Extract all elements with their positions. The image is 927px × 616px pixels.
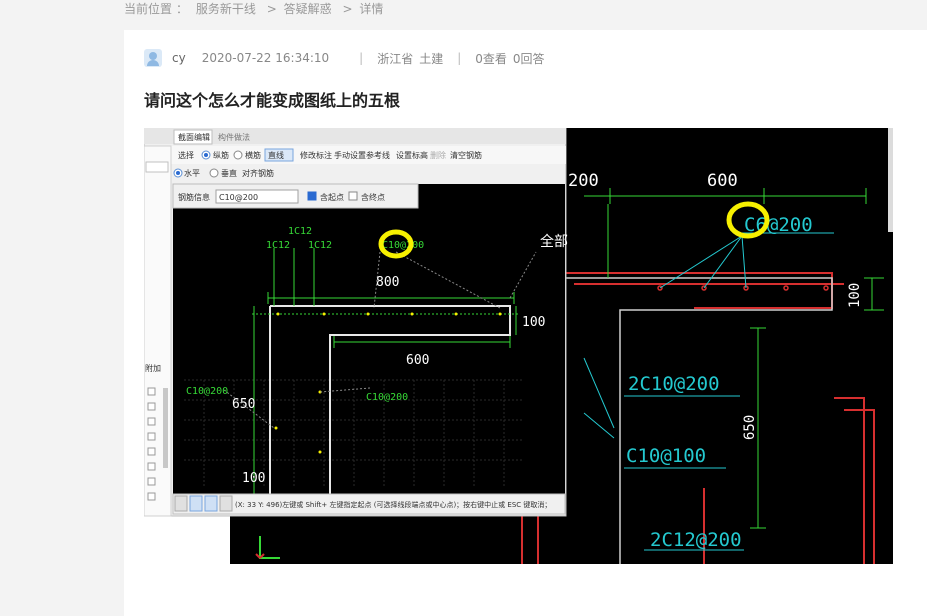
breadcrumb-link-service[interactable]: 服务新干线 xyxy=(196,2,256,16)
check-end-label: 含终点 xyxy=(361,192,385,202)
tab-label: 截面编辑 xyxy=(178,132,210,142)
label-c10-200-left: C10@200 xyxy=(186,386,228,397)
cad-label-c10: C10@100 xyxy=(626,445,706,467)
list-checkbox[interactable] xyxy=(147,447,156,456)
list-checkbox[interactable] xyxy=(147,432,156,441)
post-answers: 0回答 xyxy=(512,51,545,66)
toolbar-clear[interactable]: 清空钢筋 xyxy=(450,150,482,160)
status-grid-button[interactable] xyxy=(219,495,233,512)
status-mode-button[interactable] xyxy=(174,495,188,512)
status-ortho-button[interactable] xyxy=(204,495,218,512)
breadcrumb: 当前位置： 服务新干线 > 答疑解惑 > 详情 xyxy=(124,1,387,17)
post-region: 浙江省 xyxy=(377,51,414,66)
check-end[interactable] xyxy=(348,191,358,201)
dim-100-right: 100 xyxy=(522,315,545,330)
align-rebar-label[interactable]: 对齐钢筋 xyxy=(242,168,274,178)
cad-dim-600: 600 xyxy=(707,171,738,191)
cad-label-2c10: 2C10@200 xyxy=(628,373,720,395)
check-start[interactable] xyxy=(307,191,317,201)
radio-vertical[interactable] xyxy=(209,168,219,178)
left-search-box[interactable] xyxy=(145,161,169,173)
label-1c12-right: 1C12 xyxy=(308,240,332,251)
list-checkbox[interactable] xyxy=(147,402,156,411)
cad-dim-650: 650 xyxy=(742,415,758,440)
breadcrumb-separator: > xyxy=(266,2,277,16)
dim-650: 650 xyxy=(232,397,255,412)
side-label: 附加 xyxy=(145,363,161,373)
toolbar-items: 选择 纵筋 横筋 直线 修改标注 手动设置参考线 设置标高 删除 清空钢筋 xyxy=(178,148,482,162)
dim-800: 800 xyxy=(376,275,399,290)
label-1c12-top: 1C12 xyxy=(288,226,312,237)
radio-horizontal-label: 水平 xyxy=(184,168,200,178)
tab-label[interactable]: 构件做法 xyxy=(218,132,250,142)
divider: | xyxy=(359,51,364,65)
list-checkbox[interactable] xyxy=(147,417,156,426)
cad-side-toolbar xyxy=(888,128,893,232)
breadcrumb-separator: > xyxy=(342,2,353,16)
radio-dot xyxy=(176,171,180,175)
list-checkbox[interactable] xyxy=(147,462,156,471)
cad-partial-text: 全部 xyxy=(540,233,568,250)
label-c10-200-top: C10@200 xyxy=(382,240,424,251)
rebar-info-value: C10@200 xyxy=(219,193,258,202)
avatar[interactable] xyxy=(144,49,162,67)
rebar-info-label: 钢筋信息 xyxy=(178,192,210,202)
toolbar-line: 直线 xyxy=(268,150,284,160)
breadcrumb-link-qa[interactable]: 答疑解惑 xyxy=(284,2,332,16)
list-checkbox[interactable] xyxy=(147,492,156,501)
breadcrumb-current: 详情 xyxy=(359,2,384,16)
toolbar-ref-line[interactable]: 手动设置参考线 xyxy=(334,150,390,160)
breadcrumb-colon: ： xyxy=(176,2,189,16)
toolbar-select[interactable]: 选择 xyxy=(178,150,194,160)
divider: | xyxy=(457,51,462,65)
list-checkbox[interactable] xyxy=(147,477,156,486)
post-time: 2020-07-22 16:34:10 xyxy=(201,51,330,65)
status-snap-button[interactable] xyxy=(189,495,203,512)
breadcrumb-prefix: 当前位置 xyxy=(124,2,173,16)
label-c10-200-mid: C10@200 xyxy=(366,392,408,403)
check-start-label: 含起点 xyxy=(320,192,344,202)
cad-label-2c12: 2C12@200 xyxy=(650,529,742,551)
cad-dim-200: 200 xyxy=(568,171,599,191)
status-text: (X: 33 Y: 496)左键或 Shift+ 左键指定起点 (可选择线段端点… xyxy=(235,500,551,509)
post-title: 请问这个怎么才能变成图纸上的五根 xyxy=(144,91,401,110)
question-image-svg: 200 600 C6@200 100 2C10@200 650 C10@100 … xyxy=(144,128,893,564)
label-1c12-left: 1C12 xyxy=(266,240,290,251)
radio-dot xyxy=(204,153,208,157)
question-image: 200 600 C6@200 100 2C10@200 650 C10@100 … xyxy=(144,128,893,564)
edit-canvas[interactable] xyxy=(173,184,565,494)
post-views: 0查看 xyxy=(475,51,507,66)
toolbar-elevation[interactable]: 设置标高 xyxy=(396,150,428,160)
radio-transverse[interactable] xyxy=(233,150,243,160)
post-category: 土建 xyxy=(419,51,444,66)
post-user[interactable]: cy xyxy=(172,51,186,65)
toolbar-longitudinal[interactable]: 纵筋 xyxy=(213,150,229,160)
dim-600: 600 xyxy=(406,353,429,368)
post-meta: cy 2020-07-22 16:34:10 | 浙江省 土建 | 0查看 0回… xyxy=(144,48,545,68)
orientation-row: 水平 垂直 对齐钢筋 xyxy=(173,168,274,178)
toolbar-transverse[interactable]: 横筋 xyxy=(245,150,261,160)
toolbar-edit-mark[interactable]: 修改标注 xyxy=(300,150,332,160)
toolbar-delete[interactable]: 删除 xyxy=(430,150,446,160)
left-scrollbar[interactable] xyxy=(163,388,168,468)
radio-vertical-label: 垂直 xyxy=(221,168,237,178)
question-card: cy 2020-07-22 16:34:10 | 浙江省 土建 | 0查看 0回… xyxy=(124,30,927,616)
dim-100-bottom: 100 xyxy=(242,471,265,486)
cad-dim-100: 100 xyxy=(847,283,863,308)
list-checkbox[interactable] xyxy=(147,387,156,396)
